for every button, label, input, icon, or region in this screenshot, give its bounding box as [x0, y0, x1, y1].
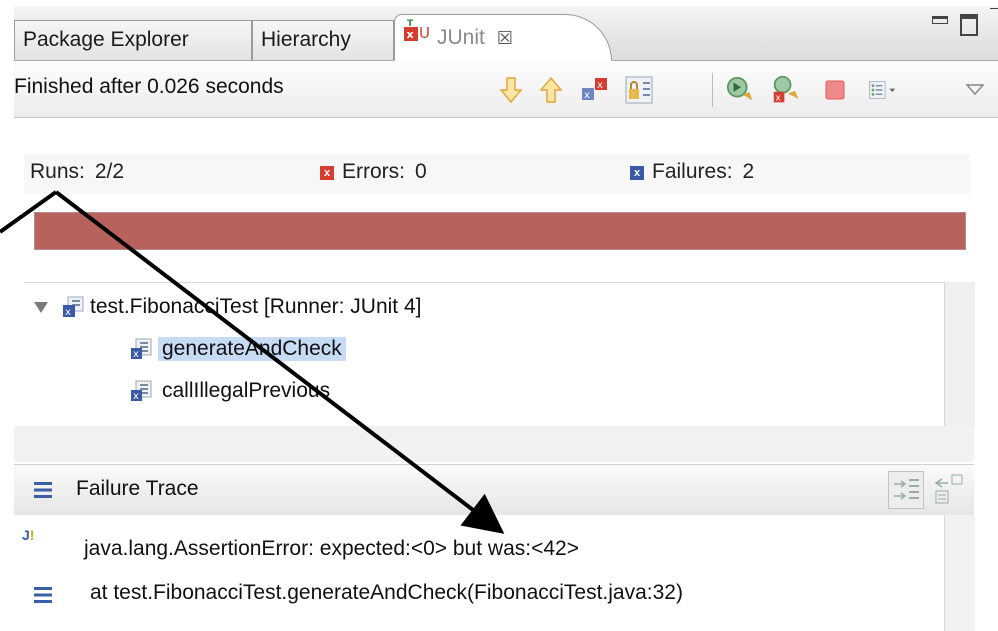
failure-trace-body: java.lang.AssertionError: expected:<0> b…: [14, 515, 944, 631]
tree-scrollbar[interactable]: [944, 282, 975, 427]
maximize-view-icon[interactable]: [960, 14, 978, 36]
compare-result-button[interactable]: [932, 471, 968, 509]
svg-text:x: x: [133, 349, 139, 360]
svg-text:x: x: [597, 80, 603, 91]
progress-bar-fill: [35, 213, 965, 249]
tree-item-test-class[interactable]: x test.FibonacciTest [Runner: JUnit 4]: [34, 295, 421, 319]
filter-stack-trace-button[interactable]: [888, 471, 924, 509]
test-method-icon: x: [131, 380, 152, 402]
tab-package-explorer[interactable]: Package Explorer: [14, 20, 252, 60]
error-icon: x: [320, 166, 334, 180]
test-tree: x test.FibonacciTest [Runner: JUnit 4] x…: [24, 282, 944, 423]
tab-junit[interactable]: x T U JUnit ☒: [394, 14, 612, 61]
rerun-failed-first-icon[interactable]: x: [772, 75, 802, 105]
errors-counter: x Errors: 0: [320, 160, 427, 184]
trace-line[interactable]: at test.FibonacciTest.generateAndCheck(F…: [90, 581, 683, 605]
expand-twisty-icon[interactable]: [34, 301, 48, 313]
junit-icon: x T U: [403, 15, 431, 61]
toolbar-separator: [712, 73, 713, 107]
runs-counter: Runs: 2/2: [30, 160, 125, 183]
stack-trace-icon: [34, 482, 52, 498]
trace-scrollbar[interactable]: [944, 515, 975, 631]
tab-hierarchy[interactable]: Hierarchy: [252, 20, 394, 60]
next-failure-icon[interactable]: [496, 75, 526, 105]
svg-text:x: x: [776, 94, 781, 104]
stop-icon[interactable]: [820, 75, 850, 105]
view-menu-icon[interactable]: [960, 75, 990, 105]
failure-icon: x: [630, 166, 644, 180]
show-failures-only-icon[interactable]: xx: [580, 75, 610, 105]
svg-text:x: x: [65, 307, 71, 318]
view-tab-strip: Package Explorer Hierarchy x T U JUnit ☒: [14, 6, 998, 61]
panel-divider: [14, 426, 974, 462]
stack-frame-icon: [34, 587, 52, 603]
test-suite-icon: x: [63, 296, 84, 318]
close-tab-icon[interactable]: ☒: [497, 28, 513, 48]
window-edge-line: [990, 8, 998, 9]
test-method-icon: x: [131, 338, 152, 360]
trace-line[interactable]: java.lang.AssertionError: expected:<0> b…: [84, 537, 579, 561]
tree-item-test-method[interactable]: x callIllegalPrevious: [130, 379, 330, 403]
svg-text:x: x: [407, 28, 414, 41]
minimize-view-icon[interactable]: [932, 16, 948, 24]
test-run-history-icon[interactable]: [868, 75, 898, 105]
run-status-text: Finished after 0.026 seconds: [14, 75, 284, 98]
test-progress-bar: [34, 212, 966, 250]
svg-text:x: x: [133, 391, 139, 402]
tree-item-test-method[interactable]: x generateAndCheck: [130, 337, 346, 361]
svg-text:T: T: [407, 19, 414, 29]
svg-text:U: U: [419, 24, 430, 42]
svg-text:x: x: [584, 90, 590, 101]
test-counters: Runs: 2/2 x Errors: 0 x Failures: 2: [24, 154, 970, 194]
failures-counter: x Failures: 2: [630, 160, 754, 184]
rerun-test-icon[interactable]: [726, 75, 756, 105]
previous-failure-icon[interactable]: [536, 75, 566, 105]
junit-toolbar: Finished after 0.026 seconds xx x: [14, 61, 998, 118]
failure-trace-header: Failure Trace: [14, 464, 974, 516]
scroll-lock-icon[interactable]: [624, 75, 654, 105]
junit-exception-icon: J!: [22, 527, 35, 543]
